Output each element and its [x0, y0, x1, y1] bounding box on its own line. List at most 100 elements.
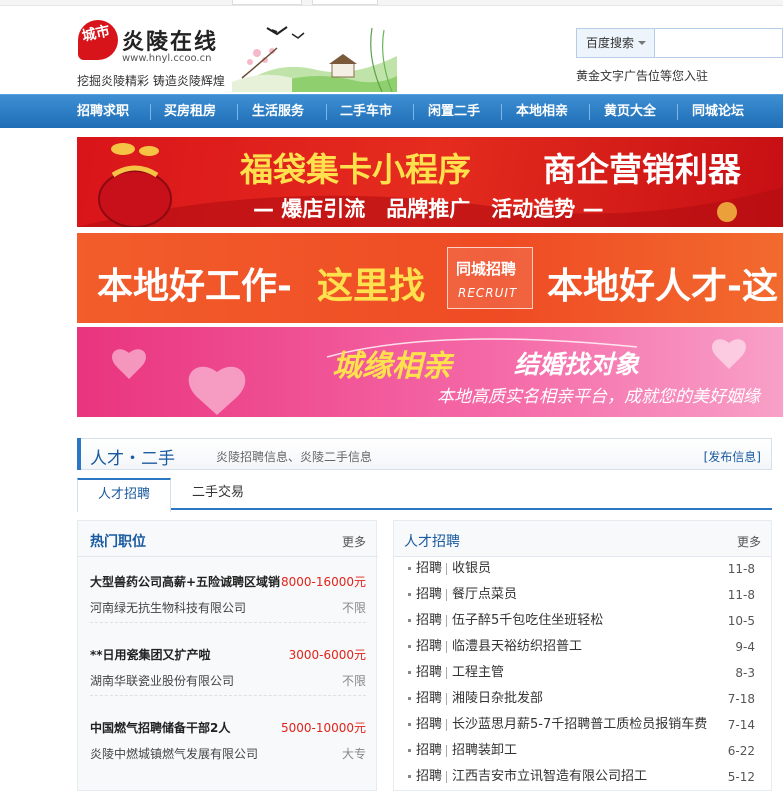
tab-secondhand[interactable]: 二手交易	[173, 478, 263, 510]
bullet-icon	[408, 619, 411, 622]
item-date: 11-8	[727, 562, 755, 576]
item-title[interactable]: 江西吉安市立讯智造有限公司招工	[452, 764, 647, 790]
job-name[interactable]: **日用瓷集团又扩产啦	[90, 646, 211, 663]
nav-divider	[237, 104, 238, 120]
nav-item-dating[interactable]: 本地相亲	[516, 95, 568, 128]
nav-divider	[677, 104, 678, 120]
hot-jobs-title: 热门职位	[90, 534, 146, 550]
item-title[interactable]: 收银员	[452, 556, 491, 582]
item-title[interactable]: 工程主管	[452, 660, 504, 686]
bullet-icon	[408, 723, 411, 726]
list-item[interactable]: 招聘 长沙蓝思月薪5-7千招聘普工质检员报销车费 7-14	[408, 712, 763, 738]
nav-item-jobs[interactable]: 招聘求职	[77, 95, 129, 128]
item-category[interactable]: 招聘	[416, 738, 442, 764]
list-item[interactable]: 招聘 收银员 11-8	[408, 556, 763, 582]
badge-en: RECRUIT	[458, 286, 518, 300]
chevron-down-icon	[638, 41, 646, 45]
list-item[interactable]: 招聘 工程主管 8-3	[408, 660, 763, 686]
nav-item-yellow-pages[interactable]: 黄页大全	[604, 95, 656, 128]
item-category[interactable]: 招聘	[416, 764, 442, 790]
publish-link[interactable]: [发布信息]	[704, 448, 761, 465]
item-title[interactable]: 伍子醉5千包吃住坐班轻松	[452, 608, 603, 634]
nav-divider	[589, 104, 590, 120]
item-title[interactable]: 湘陵日杂批发部	[452, 686, 543, 712]
job-item[interactable]: **日用瓷集团又扩产啦 3000-6000元 湖南华联瓷业股份有限公司 不限	[90, 634, 366, 696]
banner-dating[interactable]: 城缘相亲 结婚找对象 本地高质实名相亲平台，成就您的美好姻缘	[77, 327, 783, 417]
item-title[interactable]: 餐厅点菜员	[452, 582, 517, 608]
site-name[interactable]: 炎陵在线	[122, 24, 218, 56]
divider	[446, 719, 447, 731]
site-slogan: 挖掘炎陵精彩 铸造炎陵辉煌	[77, 74, 225, 88]
item-category[interactable]: 招聘	[416, 582, 442, 608]
job-item[interactable]: 中国燃气招聘储备干部2人 5000-10000元 炎陵中燃城镇燃气发展有限公司 …	[90, 707, 366, 769]
nav-item-housing[interactable]: 买房租房	[164, 95, 216, 128]
nav-item-services[interactable]: 生活服务	[252, 95, 304, 128]
job-name[interactable]: 中国燃气招聘储备干部2人	[90, 719, 230, 736]
recruit-panel: 人才招聘 更多 招聘 收银员 11-8 招聘 餐厅点菜员 11-8 招聘 伍子醉5千包吃住…	[393, 520, 772, 791]
item-date: 7-14	[727, 718, 755, 732]
main-nav: 招聘求职 买房租房 生活服务 二手车市 闲置二手 本地相亲 黄页大全 同城论坛	[0, 94, 783, 128]
section-desc: 炎陵招聘信息、炎陵二手信息	[216, 450, 373, 464]
item-category[interactable]: 招聘	[416, 686, 442, 712]
job-salary: 3000-6000元	[288, 648, 366, 662]
bullet-icon	[408, 775, 411, 778]
banner-right-text: 本地好人才-这	[547, 266, 778, 307]
bullet-icon	[408, 567, 411, 570]
section-title: 人才・二手	[90, 449, 175, 469]
item-category[interactable]: 招聘	[416, 556, 442, 582]
nav-item-secondhand[interactable]: 闲置二手	[428, 95, 480, 128]
item-title[interactable]: 招聘装卸工	[452, 738, 517, 764]
search-box: 百度搜索	[576, 28, 783, 58]
banner-title: 商企营销利器	[543, 150, 741, 189]
list-item[interactable]: 招聘 招聘装卸工 6-22	[408, 738, 763, 764]
site-logo[interactable]: 城市	[78, 20, 118, 64]
tab-jobs[interactable]: 人才招聘	[77, 478, 171, 512]
search-engine-select[interactable]: 百度搜索	[577, 29, 655, 57]
recruit-title: 人才招聘	[404, 534, 460, 550]
item-category[interactable]: 招聘	[416, 660, 442, 686]
divider	[446, 641, 447, 653]
hot-jobs-panel: 热门职位 更多 大型兽药公司高薪+五险诚聘区域销 8000-16000元 河南绿…	[77, 520, 378, 791]
job-company[interactable]: 河南绿无抗生物科技有限公司	[90, 599, 246, 616]
item-category[interactable]: 招聘	[416, 608, 442, 634]
bullet-icon	[408, 697, 411, 700]
banner-recruit[interactable]: 本地好工作- 这里找 同城招聘 RECRUIT 本地好人才-这	[77, 233, 783, 323]
job-name[interactable]: 大型兽药公司高薪+五险诚聘区域销	[90, 573, 280, 590]
banner-subtitle: — 爆店引流 品牌推广 活动造势 —	[253, 197, 604, 221]
search-engine-label: 百度搜索	[586, 36, 635, 50]
scenery-art-icon	[232, 18, 397, 92]
banner-highlight-text: 这里找	[317, 266, 426, 307]
list-item[interactable]: 招聘 伍子醉5千包吃住坐班轻松 10-5	[408, 608, 763, 634]
nav-divider	[326, 104, 327, 120]
recruit-badge: 同城招聘 RECRUIT	[447, 247, 533, 309]
nav-item-forum[interactable]: 同城论坛	[692, 95, 744, 128]
site-header: 城市 炎陵在线 www.hnyl.ccoo.cn 挖掘炎陵精彩 铸造炎陵辉煌 百…	[0, 6, 783, 94]
recruit-more-link[interactable]: 更多	[737, 533, 761, 550]
job-company[interactable]: 湖南华联瓷业股份有限公司	[90, 672, 234, 689]
list-item[interactable]: 招聘 江西吉安市立讯智造有限公司招工 5-12	[408, 764, 763, 790]
nav-divider	[150, 104, 151, 120]
list-item[interactable]: 招聘 湘陵日杂批发部 7-18	[408, 686, 763, 712]
banner-lucky-bag[interactable]: 福袋集卡小程序 商企营销利器 — 爆店引流 品牌推广 活动造势 —	[77, 137, 783, 227]
job-company[interactable]: 炎陵中燃城镇燃气发展有限公司	[90, 745, 258, 762]
list-item[interactable]: 招聘 餐厅点菜员 11-8	[408, 582, 763, 608]
item-category[interactable]: 招聘	[416, 712, 442, 738]
item-category[interactable]: 招聘	[416, 634, 442, 660]
divider	[446, 615, 447, 627]
divider	[446, 667, 447, 679]
divider	[446, 563, 447, 575]
bullet-icon	[408, 593, 411, 596]
list-item[interactable]: 招聘 临澧县天裕纺织招普工 9-4	[408, 634, 763, 660]
search-input[interactable]	[657, 30, 777, 56]
nav-item-used-cars[interactable]: 二手车市	[340, 95, 392, 128]
hot-jobs-more-link[interactable]: 更多	[342, 533, 366, 550]
job-item[interactable]: 大型兽药公司高薪+五险诚聘区域销 8000-16000元 河南绿无抗生物科技有限…	[90, 561, 366, 623]
bullet-icon	[408, 645, 411, 648]
divider	[446, 771, 447, 783]
item-title[interactable]: 长沙蓝思月薪5-7千招聘普工质检员报销车费	[452, 712, 707, 738]
item-title[interactable]: 临澧县天裕纺织招普工	[452, 634, 582, 660]
item-date: 7-18	[727, 692, 755, 706]
job-salary: 5000-10000元	[280, 721, 366, 735]
text-ad-slot[interactable]: 黄金文字广告位等您入驻	[576, 67, 708, 84]
top-box	[312, 0, 378, 5]
